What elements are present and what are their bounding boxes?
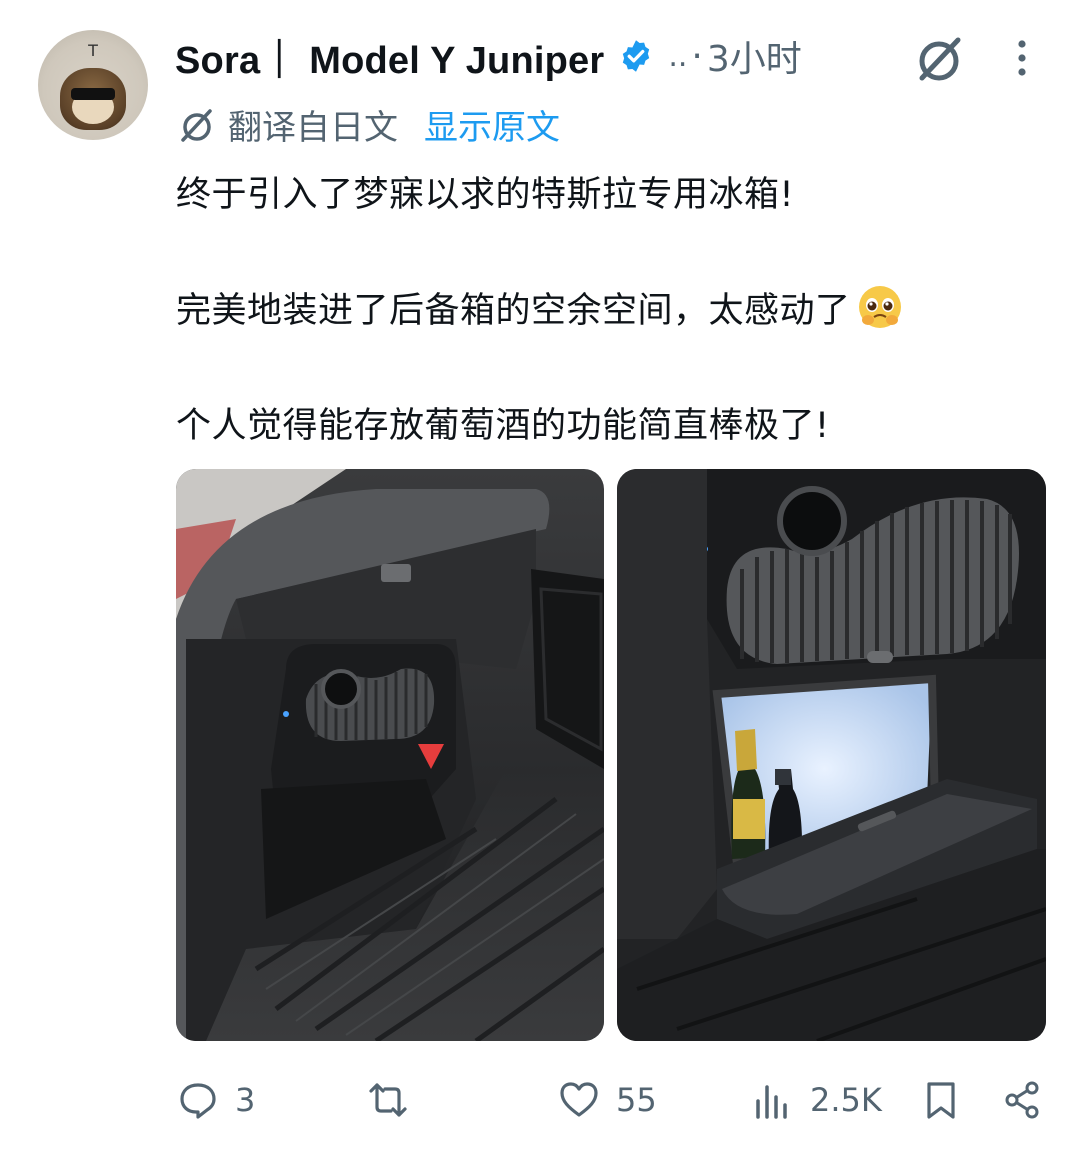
retweet-icon bbox=[369, 1083, 407, 1117]
separator-dot: · bbox=[691, 35, 703, 77]
more-indicator: .. bbox=[668, 38, 688, 74]
heart-icon bbox=[560, 1082, 598, 1117]
translate-icon bbox=[181, 108, 212, 142]
views-count: 2.5K bbox=[810, 1081, 882, 1119]
tweet-image-2[interactable] bbox=[617, 469, 1046, 1041]
tweet-header: Sora｜ Model Y Juniper .. · 3小时 bbox=[175, 28, 802, 84]
like-count: 55 bbox=[616, 1081, 657, 1119]
grok-icon[interactable] bbox=[912, 32, 966, 86]
trunk-fridge-closed-photo bbox=[176, 469, 604, 1041]
fridge-open-wine-photo bbox=[617, 469, 1046, 1041]
tweet-text-line-2-text: 完美地装进了后备箱的空余空间，太感动了 bbox=[176, 291, 851, 331]
views-button[interactable]: 2.5K bbox=[752, 1070, 882, 1130]
pleading-face-emoji bbox=[857, 284, 903, 330]
tweet-text-line-1: 终于引入了梦寐以求的特斯拉专用冰箱! bbox=[176, 175, 795, 215]
share-button[interactable] bbox=[1002, 1070, 1044, 1130]
tweet-image-1[interactable] bbox=[176, 469, 604, 1041]
author-avatar[interactable]: T bbox=[38, 30, 148, 140]
tweet-action-bar: 3 55 2.5K bbox=[0, 1070, 1080, 1130]
reply-count: 3 bbox=[235, 1081, 256, 1119]
translated-from-label: 翻译自日文 bbox=[228, 108, 398, 148]
bookmark-button[interactable] bbox=[920, 1070, 962, 1130]
like-button[interactable]: 55 bbox=[558, 1070, 657, 1130]
views-icon bbox=[756, 1085, 787, 1119]
avatar-sunglasses bbox=[71, 88, 115, 100]
tweet-text-line-2: 完美地装进了后备箱的空余空间，太感动了 bbox=[176, 282, 903, 333]
translation-row: 翻译自日文 显示原文 bbox=[176, 100, 560, 149]
reply-button[interactable]: 3 bbox=[177, 1070, 255, 1130]
verified-badge-icon bbox=[623, 40, 650, 72]
tesla-logo-icon: T bbox=[88, 41, 98, 60]
author-display-name[interactable]: Sora｜ Model Y Juniper bbox=[175, 29, 604, 84]
show-original-link[interactable]: 显示原文 bbox=[424, 100, 560, 149]
more-vertical-icon[interactable] bbox=[1010, 38, 1034, 78]
bookmark-icon bbox=[927, 1082, 955, 1119]
share-icon bbox=[1005, 1081, 1039, 1119]
tweet-text-line-3: 个人觉得能存放葡萄酒的功能简直棒极了! bbox=[176, 406, 830, 446]
retweet-button[interactable] bbox=[367, 1070, 409, 1130]
reply-icon bbox=[180, 1083, 216, 1119]
tweet-time[interactable]: 3小时 bbox=[707, 30, 802, 82]
